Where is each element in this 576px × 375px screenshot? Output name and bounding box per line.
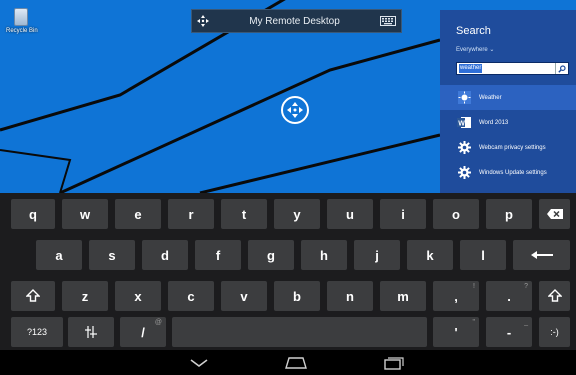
search-result-word[interactable]: W Word 2013 [440,110,576,135]
key-apostrophe[interactable]: ' " [433,317,479,347]
key-o[interactable]: o [433,199,479,229]
recycle-bin-label: Recycle Bin [6,28,38,34]
search-result-windows-update[interactable]: Windows Update settings [440,160,576,185]
key-a[interactable]: a [36,240,82,270]
key-dash[interactable]: - _ [486,317,532,347]
key-k[interactable]: k [407,240,453,270]
search-result-label: Windows Update settings [479,169,547,176]
home-icon[interactable] [283,356,309,370]
search-query: weather [459,64,483,73]
key-apostrophe-label: ' [454,324,458,340]
backspace-key[interactable] [539,199,570,229]
key-b[interactable]: b [274,281,320,311]
key-slash[interactable]: / @ [120,317,166,347]
keyboard-settings-key[interactable] [68,317,114,347]
key-g[interactable]: g [248,240,294,270]
search-scope-label: Everywhere [456,47,488,53]
search-heading: Search [456,25,491,37]
key-z[interactable]: z [62,281,108,311]
key-f[interactable]: f [195,240,241,270]
shift-key-right[interactable] [539,281,570,311]
search-button[interactable] [555,63,568,74]
shift-key-left[interactable] [11,281,55,311]
key-apostrophe-hint: " [472,319,476,326]
search-icon [558,64,566,73]
keyboard-icon[interactable] [375,10,401,32]
chevron-down-icon: ⌄ [489,47,495,53]
recent-apps-icon[interactable] [381,356,407,370]
key-p[interactable]: p [486,199,532,229]
key-dash-hint: _ [524,319,528,326]
key-v[interactable]: v [221,281,267,311]
pan-arrows-icon [287,102,303,118]
shift-arrow-icon [26,289,40,302]
key-h[interactable]: h [301,240,347,270]
smiley-key[interactable]: :-) [539,317,570,347]
key-d[interactable]: d [142,240,188,270]
recycle-bin[interactable]: Recycle Bin [6,8,38,34]
on-screen-keyboard: q w e r t y u i o p a s d f g h j k l z … [0,193,576,350]
key-r[interactable]: r [168,199,214,229]
symbols-key[interactable]: ?123 [11,317,63,347]
enter-key[interactable] [513,240,570,270]
search-scope-dropdown[interactable]: Everywhere ⌄ [456,46,494,53]
key-n[interactable]: n [327,281,373,311]
sliders-icon [85,326,97,338]
move-arrows-icon[interactable] [192,10,214,32]
key-comma[interactable]: , ! [433,281,479,311]
key-m[interactable]: m [380,281,426,311]
enter-arrow-icon [530,251,553,259]
settings-gear-icon [457,166,471,180]
key-i[interactable]: i [380,199,426,229]
remote-desktop-title: My Remote Desktop [249,15,340,27]
search-input[interactable]: weather [456,62,569,75]
search-result-webcam-privacy[interactable]: Webcam privacy settings [440,135,576,160]
key-period-hint: ? [524,283,528,290]
settings-gear-icon [457,141,471,155]
key-x[interactable]: x [115,281,161,311]
key-comma-hint: ! [473,283,475,290]
key-dash-label: - [506,324,512,340]
weather-sun-icon [457,91,471,105]
key-c[interactable]: c [168,281,214,311]
key-w[interactable]: w [62,199,108,229]
search-result-label: Webcam privacy settings [479,144,546,151]
key-slash-label: / [141,324,145,340]
key-period-label: . [507,288,511,304]
back-chevron-icon[interactable] [186,356,212,370]
key-comma-label: , [454,288,458,304]
key-slash-hint: @ [154,319,162,326]
key-period[interactable]: . ? [486,281,532,311]
recycle-bin-icon [14,8,28,26]
search-charm: Search Everywhere ⌄ weather Weather W Wo… [440,10,576,193]
key-j[interactable]: j [354,240,400,270]
key-s[interactable]: s [89,240,135,270]
svg-text:W: W [458,121,465,128]
key-t[interactable]: t [221,199,267,229]
shift-arrow-icon [547,289,562,302]
word-icon: W [457,116,471,130]
navigation-bar [0,350,576,375]
key-e[interactable]: e [115,199,161,229]
key-y[interactable]: y [274,199,320,229]
backspace-icon [546,209,563,219]
key-u[interactable]: u [327,199,373,229]
key-l[interactable]: l [460,240,506,270]
pan-control[interactable] [281,96,309,124]
space-key[interactable] [172,317,427,347]
search-result-label: Word 2013 [479,119,509,126]
search-result-weather[interactable]: Weather [440,85,576,110]
remote-desktop-bar: My Remote Desktop [191,9,402,33]
search-result-label: Weather [479,94,502,101]
key-q[interactable]: q [11,199,55,229]
